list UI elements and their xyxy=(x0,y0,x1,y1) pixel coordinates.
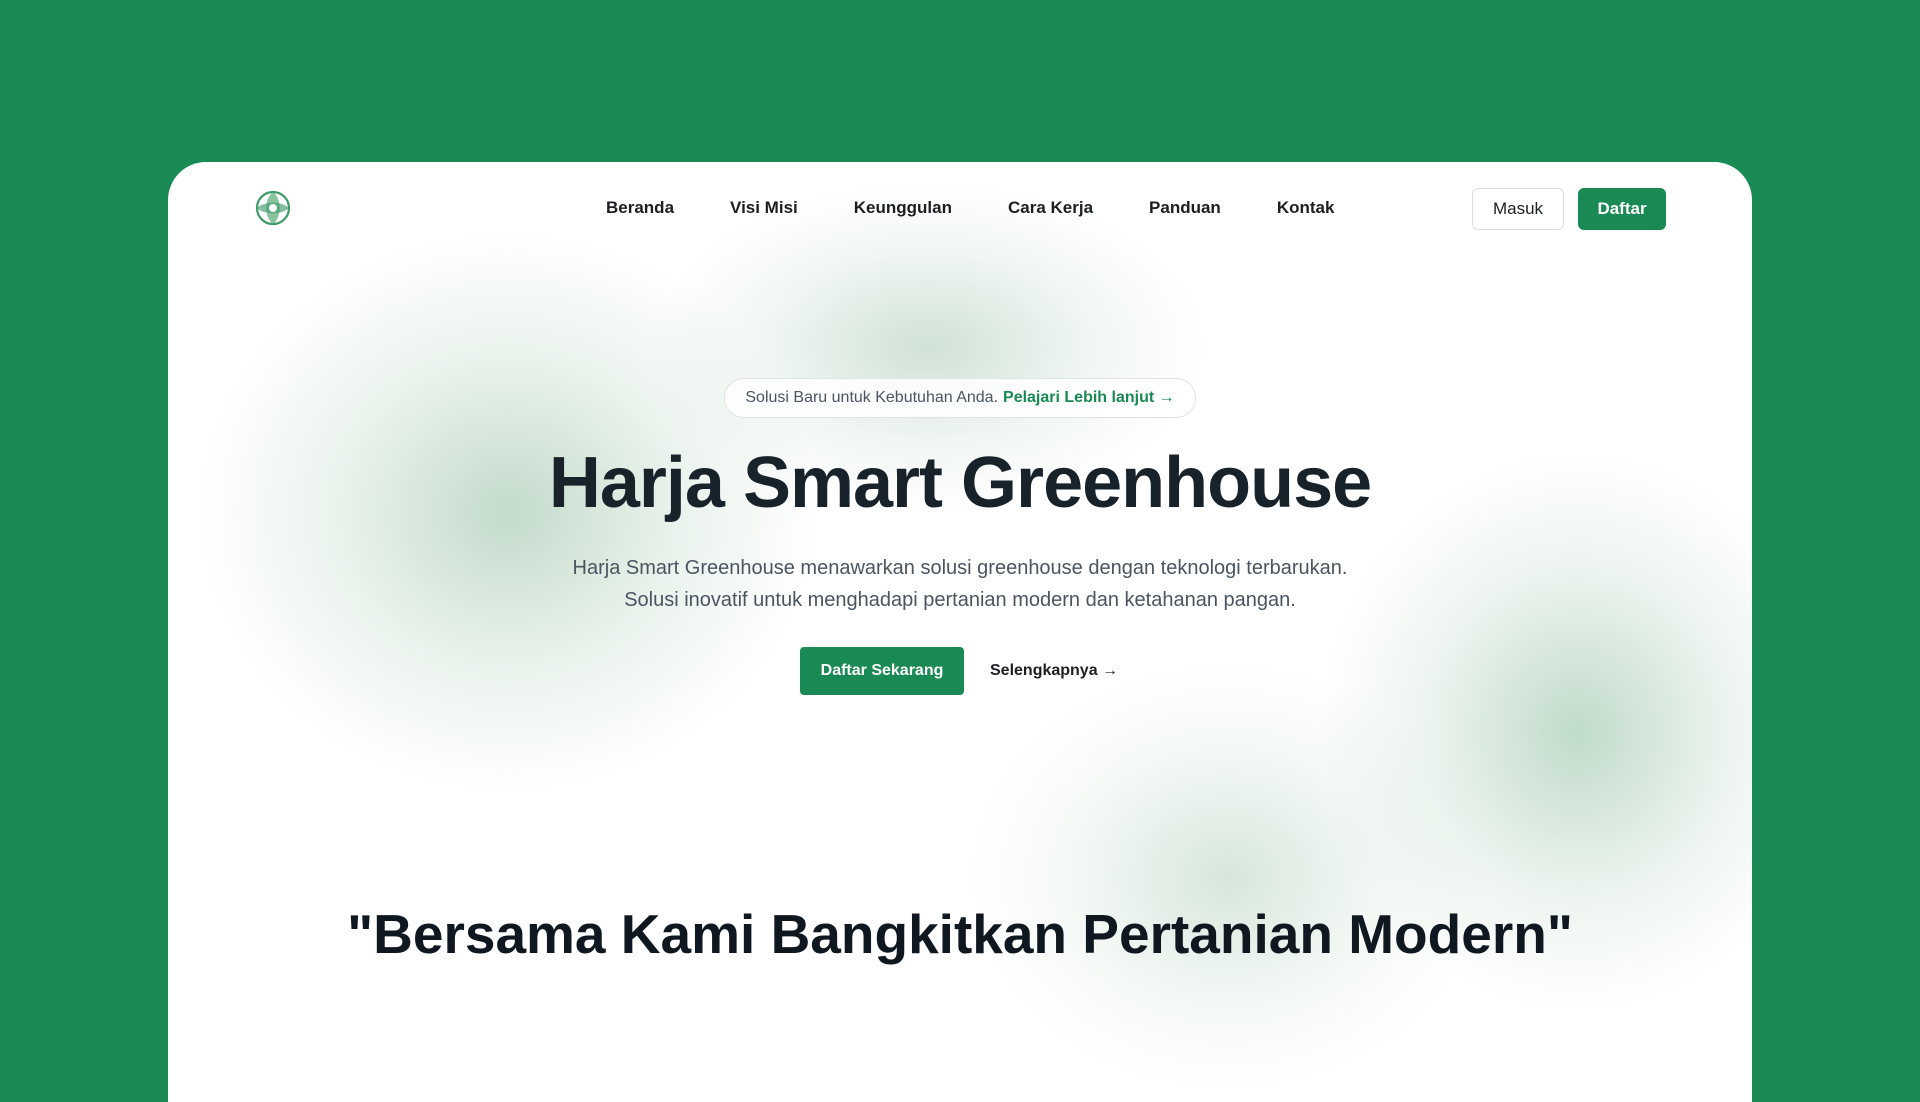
nav-link-panduan[interactable]: Panduan xyxy=(1149,198,1221,218)
announcement-text: Solusi Baru untuk Kebutuhan Anda. xyxy=(745,389,999,406)
hero-title: Harja Smart Greenhouse xyxy=(548,443,1372,523)
register-now-button[interactable]: Daftar Sekarang xyxy=(800,647,964,695)
read-more-link[interactable]: Selengkapnya → xyxy=(990,647,1118,695)
nav-link-keunggulan[interactable]: Keunggulan xyxy=(854,198,952,218)
page-frame: Beranda Visi Misi Keunggulan Cara Kerja … xyxy=(168,162,1752,1102)
top-navbar: Beranda Visi Misi Keunggulan Cara Kerja … xyxy=(168,162,1752,246)
background-blob xyxy=(968,662,1488,1092)
hero-subtitle-line: Solusi inovatif untuk menghadapi pertani… xyxy=(624,589,1296,611)
nav-link-visi-misi[interactable]: Visi Misi xyxy=(730,198,798,218)
nav-link-cara-kerja[interactable]: Cara Kerja xyxy=(1008,198,1093,218)
nav-link-beranda[interactable]: Beranda xyxy=(606,198,674,218)
tagline-quote: "Bersama Kami Bangkitkan Pertanian Moder… xyxy=(347,903,1573,965)
hero-subtitle-line: Harja Smart Greenhouse menawarkan solusi… xyxy=(572,557,1348,579)
learn-more-link[interactable]: Pelajari Lebih lanjut → xyxy=(1003,389,1175,407)
register-button[interactable]: Daftar xyxy=(1578,188,1666,230)
nav-link-kontak[interactable]: Kontak xyxy=(1277,198,1335,218)
globe-leaf-icon[interactable] xyxy=(254,189,292,227)
nav-links: Beranda Visi Misi Keunggulan Cara Kerja … xyxy=(606,198,1390,218)
login-button[interactable]: Masuk xyxy=(1472,188,1564,230)
announcement-badge: Solusi Baru untuk Kebutuhan Anda. Pelaja… xyxy=(724,378,1196,418)
hero-subtitle: Harja Smart Greenhouse menawarkan solusi… xyxy=(168,552,1752,616)
